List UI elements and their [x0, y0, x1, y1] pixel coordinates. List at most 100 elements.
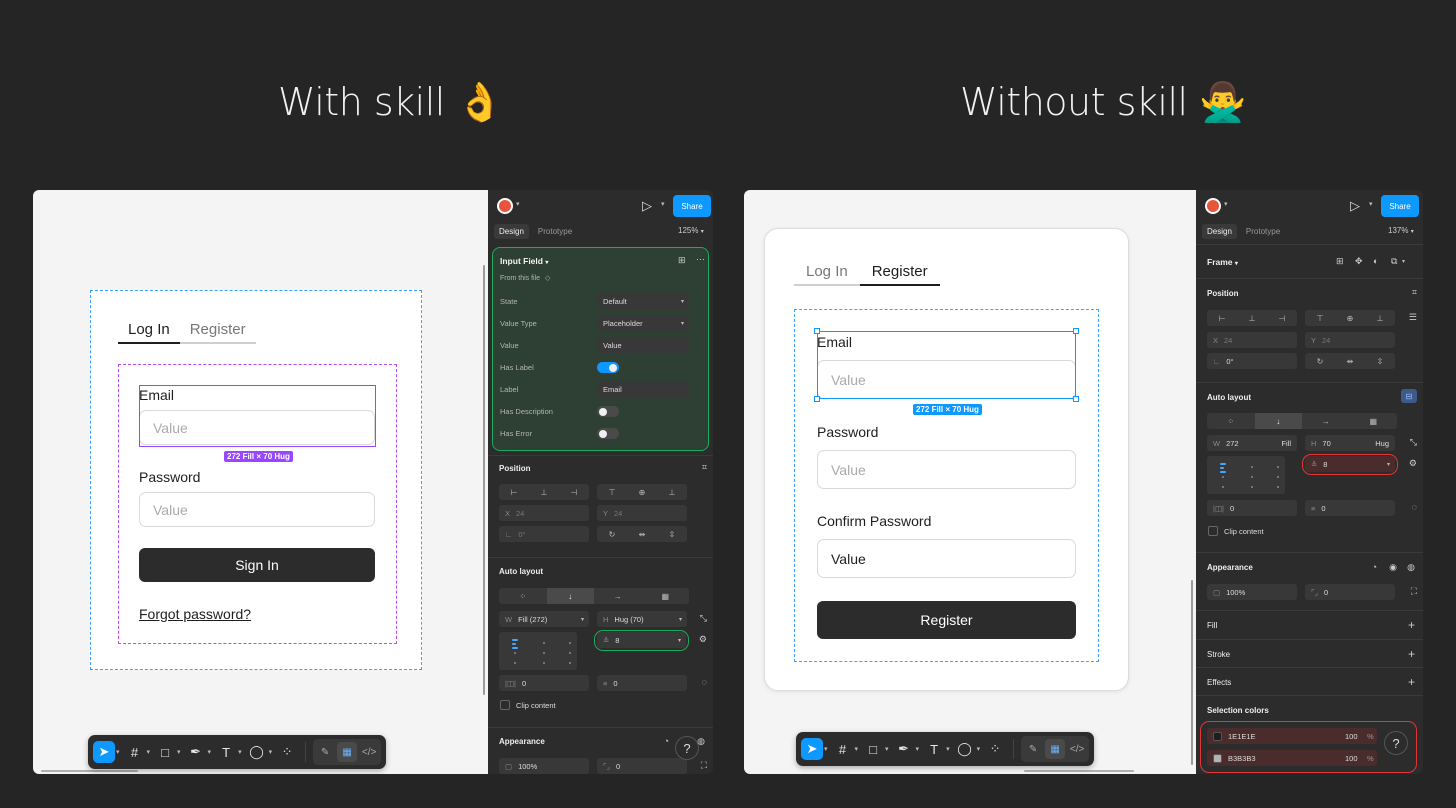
advanced-settings-icon[interactable]: ⚙ [1409, 458, 1417, 469]
has-description-toggle[interactable] [597, 406, 619, 417]
form-stack[interactable]: Email Value 272 Fill × 70 Hug Password V… [794, 309, 1099, 662]
radius-field[interactable]: ⌜⌟ 0 [597, 758, 687, 774]
x-field[interactable]: X 24 [1207, 332, 1297, 348]
design-mode-icon[interactable]: ▦ [1045, 739, 1066, 759]
align-left-icon[interactable]: ⊢ [499, 484, 529, 500]
direction-horizontal-icon[interactable]: → [594, 588, 642, 604]
chevron-down-icon[interactable]: ▾ [177, 748, 181, 756]
chevron-down-icon[interactable]: ▾ [1369, 200, 1373, 208]
pen-tool-icon[interactable]: ✒ [893, 738, 915, 760]
tab-log-in[interactable]: Log In [794, 263, 860, 286]
alignment-grid[interactable] [1207, 456, 1285, 494]
chevron-down-icon[interactable]: ▾ [977, 745, 981, 753]
register-card[interactable]: Log In Register Email Value 272 Fill × 7… [764, 228, 1129, 691]
chevron-down-icon[interactable]: ▾ [238, 748, 242, 756]
width-field[interactable]: W Fill (272) ▾ [499, 611, 589, 627]
boolean-icon[interactable]: ⧉ [1391, 256, 1397, 267]
resize-handle[interactable] [1073, 396, 1079, 402]
help-button[interactable]: ? [675, 736, 699, 760]
direction-grid-icon[interactable]: ▦ [642, 588, 690, 604]
share-button[interactable]: Share [1381, 195, 1419, 217]
tab-design[interactable]: Design [494, 223, 529, 239]
dev-mode-icon[interactable]: </> [359, 742, 379, 762]
tab-design[interactable]: Design [1202, 223, 1237, 239]
frame-tool-icon[interactable]: # [124, 741, 146, 763]
mask-icon[interactable]: ◐ [1373, 256, 1378, 266]
rectangle-tool-icon[interactable]: □ [154, 741, 176, 763]
alignment-grid[interactable] [499, 632, 577, 670]
play-icon[interactable]: ▷ [1350, 198, 1364, 214]
chevron-down-icon[interactable]: ▾ [1224, 200, 1228, 208]
chevron-down-icon[interactable]: ▾ [116, 748, 120, 756]
color-swatch-2[interactable] [1213, 753, 1222, 763]
chevron-down-icon[interactable]: ▾ [269, 748, 273, 756]
comment-tool-icon[interactable]: ◯ [246, 741, 268, 763]
auto-layout-toggle-icon[interactable]: ⊟ [1401, 389, 1417, 403]
direction-horizontal-icon[interactable]: → [1302, 413, 1350, 429]
distribute-icon[interactable]: ☰ [1409, 312, 1417, 323]
avatar[interactable] [497, 198, 513, 214]
y-field[interactable]: Y 24 [597, 505, 687, 521]
chevron-down-icon[interactable]: ▾ [147, 748, 151, 756]
chevron-down-icon[interactable]: ▾ [824, 745, 828, 753]
align-bottom-icon[interactable]: ⊥ [657, 484, 687, 500]
add-effect-icon[interactable]: + [1408, 675, 1415, 689]
design-mode-icon[interactable]: ▦ [337, 742, 358, 762]
rotation-field[interactable]: ∟ 0° [499, 526, 589, 542]
register-button[interactable]: Register [817, 601, 1076, 639]
value-type-select[interactable]: Placeholder ▾ [597, 315, 689, 331]
rotate-icon[interactable]: ↻ [1305, 353, 1335, 369]
chevron-down-icon[interactable]: ▾ [516, 200, 520, 208]
tab-prototype[interactable]: Prototype [1241, 224, 1285, 239]
actions-icon[interactable]: ⁘ [276, 741, 298, 763]
draw-mode-icon[interactable]: ✎ [1023, 739, 1043, 759]
style-icon[interactable]: ◔ [1372, 562, 1377, 572]
has-error-toggle[interactable] [597, 428, 619, 439]
confirm-password-input[interactable]: Value [817, 539, 1076, 578]
vertical-padding-field[interactable]: ≡ 0 [1305, 500, 1395, 516]
chevron-down-icon[interactable]: ▾ [885, 745, 889, 753]
independent-corners-icon[interactable]: ⛶ [701, 760, 707, 771]
component-name[interactable]: Input Field ▾ [500, 256, 548, 266]
align-top-icon[interactable]: ⊤ [597, 484, 627, 500]
text-tool-icon[interactable]: T [215, 741, 237, 763]
comment-tool-icon[interactable]: ◯ [954, 738, 976, 760]
add-stroke-icon[interactable]: + [1408, 647, 1415, 661]
padding-options-icon[interactable]: ◌ [1412, 502, 1417, 512]
frame-type-select[interactable]: Frame ▾ [1207, 257, 1238, 267]
chevron-down-icon[interactable]: ▾ [916, 745, 920, 753]
form-stack[interactable]: Email Value 272 Fill × 70 Hug Password V… [118, 364, 397, 644]
pen-tool-icon[interactable]: ✒ [185, 741, 207, 763]
tab-log-in[interactable]: Log In [118, 321, 180, 344]
width-field[interactable]: W 272 Fill [1207, 435, 1297, 451]
chevron-down-icon[interactable]: ▾ [855, 745, 859, 753]
login-frame[interactable]: Log In Register Email Value 272 Fill × 7… [90, 290, 422, 670]
canvas-horizontal-scrollbar[interactable] [41, 770, 138, 772]
direction-grid-icon[interactable]: ▦ [1350, 413, 1398, 429]
move-tool-icon[interactable]: ➤ [801, 738, 823, 760]
password-input[interactable]: Value [139, 492, 375, 527]
independent-corners-icon[interactable]: ⛶ [1411, 586, 1417, 597]
align-right-icon[interactable]: ⊣ [559, 484, 589, 500]
sign-in-button[interactable]: Sign In [139, 548, 375, 582]
vertical-padding-field[interactable]: ≡ 0 [597, 675, 687, 691]
rectangle-tool-icon[interactable]: □ [862, 738, 884, 760]
flip-horizontal-icon[interactable]: ⇹ [627, 526, 657, 542]
style-icon[interactable]: ◔ [664, 736, 669, 746]
rotation-field[interactable]: ∟ 0° [1207, 353, 1297, 369]
chevron-down-icon[interactable]: ▾ [1402, 258, 1405, 265]
password-input[interactable]: Value [817, 450, 1076, 489]
align-middle-icon[interactable]: ⊕ [1335, 310, 1365, 326]
direction-vertical-icon[interactable]: ↓ [546, 588, 594, 604]
value-input[interactable]: Value [597, 337, 689, 353]
blend-drop-icon[interactable]: ◍ [1407, 562, 1415, 573]
color-swatch-1[interactable] [1213, 731, 1222, 741]
gap-field[interactable]: ≚ 8 ▾ [597, 632, 686, 648]
resize-handle[interactable] [814, 396, 820, 402]
play-icon[interactable]: ▷ [642, 198, 656, 214]
flip-vertical-icon[interactable]: ⇳ [657, 526, 687, 542]
color-row-1[interactable]: 1E1E1E 100 % [1207, 728, 1377, 744]
align-middle-icon[interactable]: ⊕ [627, 484, 657, 500]
canvas-vertical-scrollbar[interactable] [483, 265, 485, 695]
chevron-down-icon[interactable]: ▾ [661, 200, 665, 208]
